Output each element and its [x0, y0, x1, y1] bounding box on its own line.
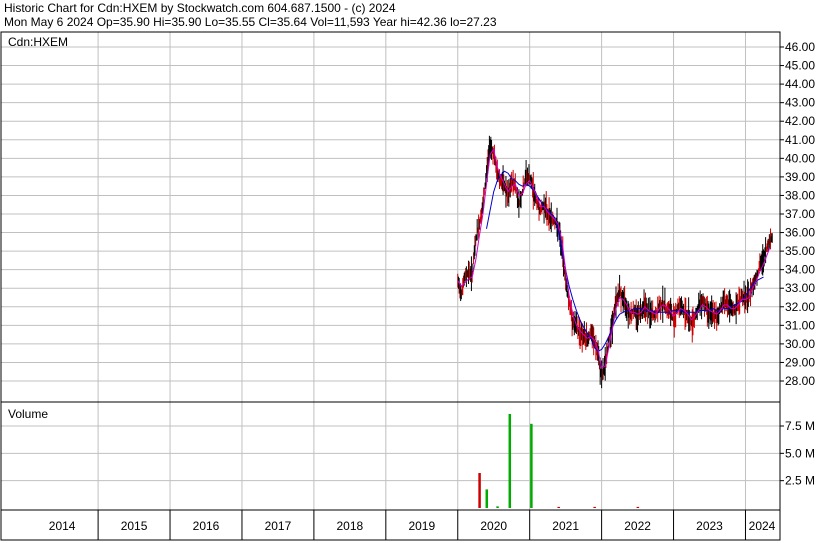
x-axis-labels: 2014 2015 2016 2017 2018 2019 2020 2021 2022 2023… [49, 510, 776, 540]
x-axis-label: 2022 [624, 519, 651, 533]
stock-chart: Cdn:HXEM Volume 46.00 45.00 44.00 43.00 42.0… [0, 31, 815, 541]
price-panel-frame [0, 31, 781, 403]
price-tick-label: 39.00 [785, 170, 815, 184]
price-tick-label: 34.00 [785, 263, 815, 277]
x-axis-frame [0, 509, 781, 541]
price-tick-label: 35.00 [785, 244, 815, 258]
x-axis-label: 2016 [193, 519, 220, 533]
volume-panel-title: Volume [8, 407, 48, 421]
x-axis-label: 2021 [552, 519, 579, 533]
x-axis-label: 2015 [121, 519, 148, 533]
x-axis-label: 2014 [49, 519, 76, 533]
volume-bar [508, 413, 512, 508]
volume-bar [530, 423, 533, 508]
price-tick-label: 46.00 [785, 40, 815, 54]
volume-grid [1, 402, 780, 510]
price-tick-label: 29.00 [785, 355, 815, 369]
price-tick-label: 32.00 [785, 300, 815, 314]
volume-bar [496, 506, 499, 508]
volume-tick-label: 2.5 M [785, 474, 815, 488]
x-axis-label: 2019 [408, 519, 435, 533]
volume-axis-ticks: 7.5 M 5.0 M 2.5 M [780, 419, 815, 488]
price-tick-label: 38.00 [785, 188, 815, 202]
price-tick-label: 40.00 [785, 151, 815, 165]
moving-average-long-line [486, 170, 764, 352]
price-tick-label: 37.00 [785, 207, 815, 221]
volume-bar [478, 473, 481, 508]
price-tick-label: 41.00 [785, 133, 815, 147]
price-tick-label: 28.00 [785, 374, 815, 388]
x-axis-label: 2020 [480, 519, 507, 533]
price-bars [457, 135, 773, 389]
price-tick-label: 36.00 [785, 226, 815, 240]
price-axis-ticks: 46.00 45.00 44.00 43.00 42.00 41.00 40.00 39.00… [780, 40, 815, 388]
price-tick-label: 31.00 [785, 318, 815, 332]
price-tick-label: 45.00 [785, 59, 815, 73]
volume-bars [478, 413, 640, 508]
volume-bar [593, 506, 596, 508]
price-grid [1, 32, 780, 402]
volume-bar [636, 506, 640, 508]
price-panel-title: Cdn:HXEM [8, 35, 68, 49]
x-axis-label: 2023 [696, 519, 723, 533]
volume-bar [485, 489, 489, 508]
price-tick-label: 33.00 [785, 281, 815, 295]
x-axis-label: 2017 [265, 519, 292, 533]
volume-panel-frame [0, 401, 781, 511]
volume-bar [557, 506, 560, 508]
volume-tick-label: 5.0 M [785, 446, 815, 460]
volume-tick-label: 7.5 M [785, 419, 815, 433]
x-axis-label: 2024 [749, 519, 776, 533]
price-tick-label: 43.00 [785, 96, 815, 110]
price-tick-label: 30.00 [785, 337, 815, 351]
price-tick-label: 44.00 [785, 77, 815, 91]
price-tick-label: 42.00 [785, 114, 815, 128]
x-axis-label: 2018 [337, 519, 364, 533]
